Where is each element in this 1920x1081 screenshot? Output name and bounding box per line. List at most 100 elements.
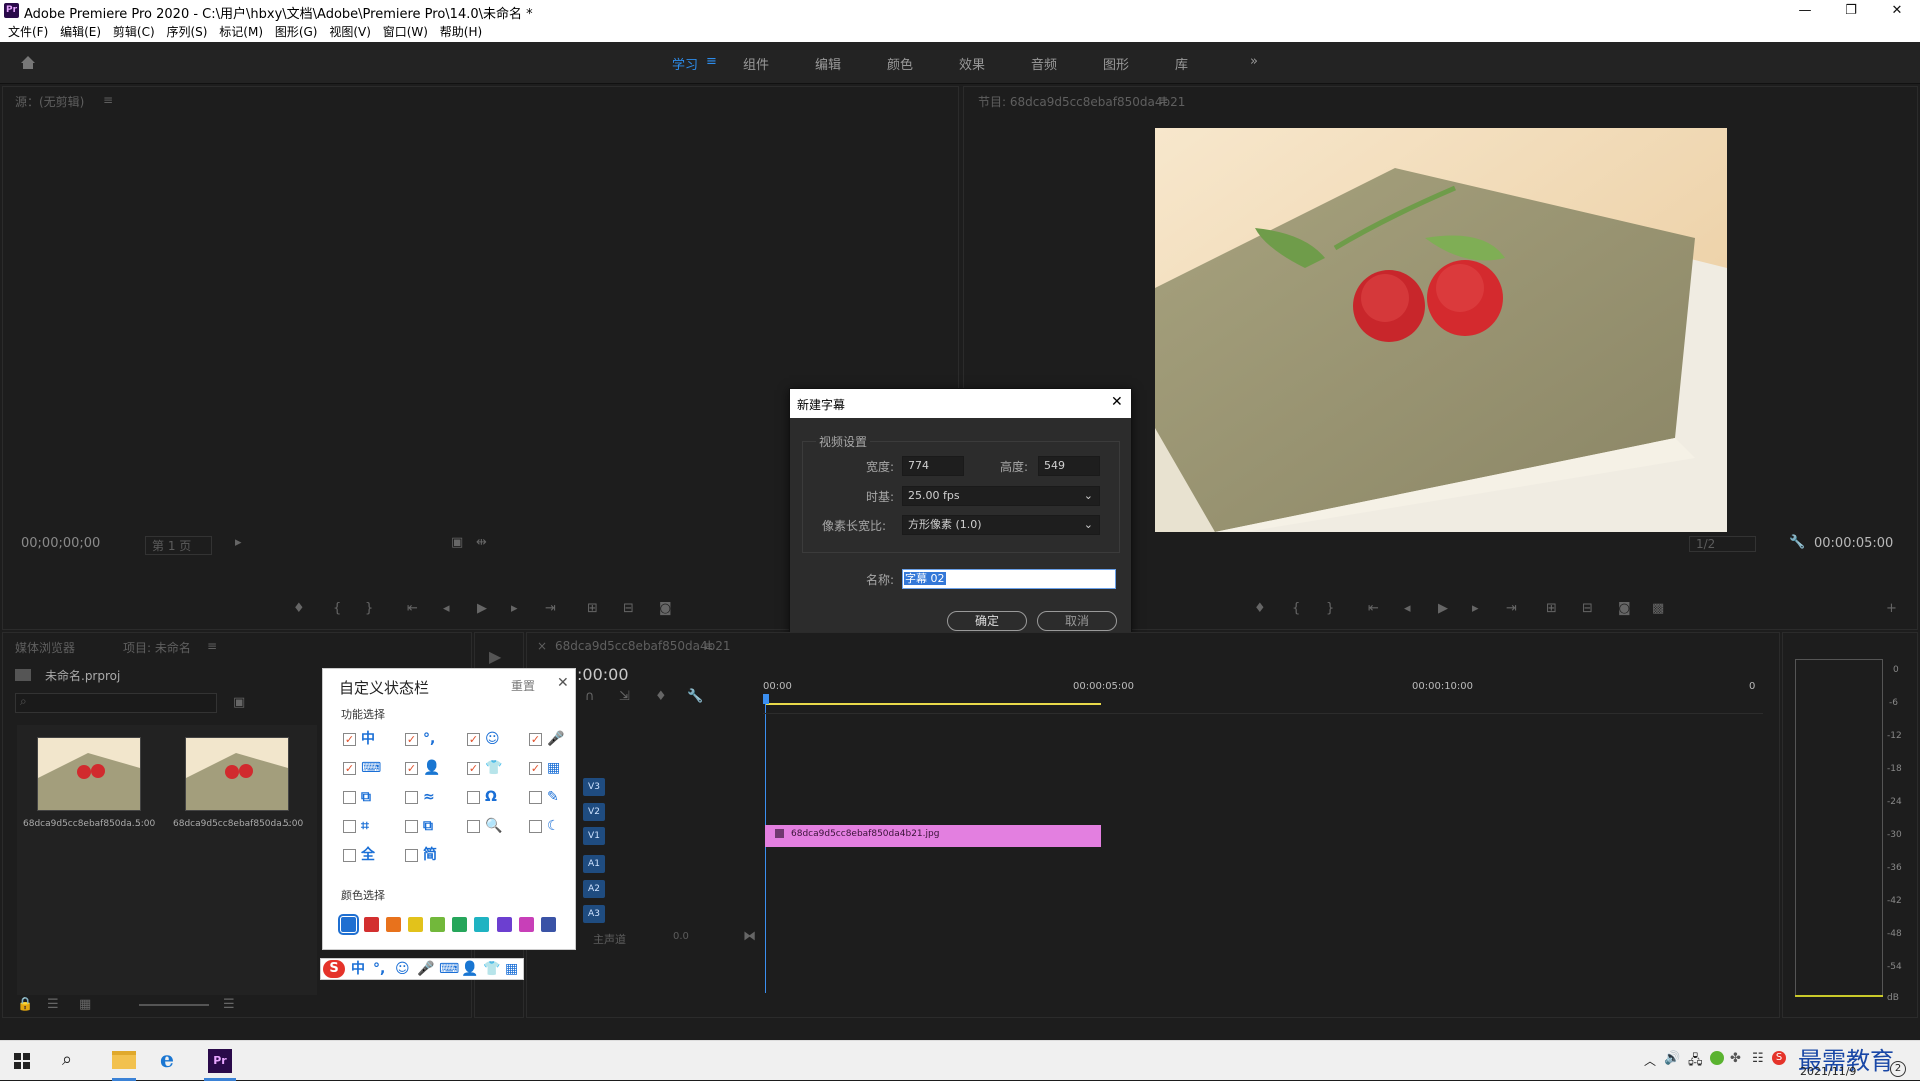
play-icon[interactable]: ▶ [1438, 601, 1448, 616]
go-to-out-icon[interactable]: ⇥ [545, 601, 556, 616]
linked-selection-icon[interactable]: ⇲ [619, 689, 630, 704]
color-swatch-lime[interactable] [430, 917, 445, 932]
track-label-a2[interactable]: A2 [583, 880, 605, 898]
step-back-icon[interactable]: ◂ [1404, 601, 1411, 616]
color-swatch-cyan[interactable] [474, 917, 489, 932]
chinese-mode-icon[interactable]: 中 [351, 962, 365, 976]
menu-graphics[interactable]: 图形(G) [275, 22, 318, 42]
track-label-a1[interactable]: A1 [583, 855, 605, 873]
edge-browser-icon[interactable]: e [160, 1047, 174, 1073]
tab-project[interactable]: 项目: 未命名 [123, 639, 191, 656]
extract-icon[interactable]: ⊟ [1582, 601, 1593, 616]
close-window-button[interactable]: ✕ [1874, 0, 1920, 22]
zoom-fit-icon[interactable]: ⧓ [743, 929, 756, 944]
ok-button[interactable]: 确定 [947, 611, 1027, 631]
step-forward-icon[interactable]: ▸ [1472, 601, 1479, 616]
lock-icon[interactable]: 🔒 [17, 997, 33, 1012]
lift-icon[interactable]: ⊞ [1546, 601, 1557, 616]
workspace-tab-libraries[interactable]: 库 [1175, 54, 1188, 73]
timeline-settings-icon[interactable]: 🔧 [687, 689, 703, 704]
color-swatch-purple[interactable] [497, 917, 512, 932]
sogou-tray-icon[interactable]: S [1772, 1051, 1786, 1065]
ime-close-button[interactable]: ✕ [557, 675, 569, 691]
width-input[interactable]: 774 [902, 456, 964, 476]
source-timecode[interactable]: 00;00;00;00 [21, 536, 100, 551]
premiere-taskbar-icon[interactable]: Pr [208, 1049, 232, 1073]
marker-icon[interactable]: ♦ [293, 601, 305, 616]
mark-out-icon[interactable]: } [365, 601, 373, 616]
zoom-slider[interactable] [139, 1004, 209, 1006]
maximize-button[interactable]: ❐ [1828, 0, 1874, 22]
add-marker-icon[interactable]: ♦ [655, 689, 667, 704]
add-button-icon[interactable]: + [1886, 601, 1897, 616]
function-checkbox-toolbox[interactable]: ✓ [529, 762, 542, 775]
function-checkbox-simplified[interactable] [405, 849, 418, 862]
mark-out-icon[interactable]: } [1326, 601, 1334, 616]
color-swatch-navy[interactable] [541, 917, 556, 932]
tray-app-icon[interactable]: ☷ [1752, 1051, 1764, 1066]
panel-menu-icon[interactable]: ≡ [103, 93, 113, 107]
function-checkbox-screenshot[interactable] [405, 820, 418, 833]
keyboard-icon[interactable]: ⌨ [439, 962, 459, 976]
play-icon[interactable]: ▶ [477, 601, 487, 616]
timeline-close-icon[interactable]: × [537, 639, 547, 653]
workspace-tab-editing[interactable]: 编辑 [815, 54, 841, 73]
workspace-more-button[interactable]: » [1250, 54, 1258, 69]
function-checkbox-user[interactable]: ✓ [405, 762, 418, 775]
panel-menu-icon[interactable]: ≡ [703, 639, 713, 653]
minimize-button[interactable]: — [1782, 0, 1828, 22]
tray-chevron-icon[interactable]: ︿ [1644, 1052, 1656, 1069]
camera-icon[interactable]: ◙ [1618, 601, 1631, 616]
color-swatch-yellow[interactable] [408, 917, 423, 932]
sort-icon[interactable]: ☰ [223, 997, 235, 1012]
project-item-thumbnail[interactable] [185, 737, 289, 811]
microphone-icon[interactable]: 🎤 [417, 962, 434, 976]
volume-icon[interactable]: 🔊 [1664, 1051, 1680, 1066]
workspace-tab-audio[interactable]: 音频 [1031, 54, 1057, 73]
color-swatch-blue[interactable] [338, 914, 359, 935]
workspace-tab-color[interactable]: 颜色 [887, 54, 913, 73]
play-small-icon[interactable]: ▸ [235, 535, 242, 550]
mark-in-icon[interactable]: { [333, 601, 341, 616]
user-icon[interactable]: 👤 [461, 962, 478, 976]
menu-sequence[interactable]: 序列(S) [166, 22, 207, 42]
function-checkbox-punctuation[interactable]: ✓ [405, 733, 418, 746]
workspace-tab-effects[interactable]: 效果 [959, 54, 985, 73]
list-view-icon[interactable]: ☰ [47, 997, 59, 1012]
tray-app-icon[interactable] [1710, 1051, 1724, 1065]
workspace-tab-assembly[interactable]: 组件 [743, 54, 769, 73]
timeline-timecode[interactable]: :00:00 [577, 665, 629, 684]
workspace-tab-learning[interactable]: 学习 [672, 54, 698, 73]
function-checkbox-voice[interactable]: ✓ [529, 733, 542, 746]
panel-menu-icon[interactable]: ≡ [1158, 93, 1168, 107]
ime-reset-button[interactable]: 重置 [511, 677, 535, 694]
emoji-icon[interactable]: ☺ [395, 962, 410, 976]
color-swatch-magenta[interactable] [519, 917, 534, 932]
panel-menu-icon[interactable]: ≡ [207, 639, 217, 653]
name-input[interactable]: 字幕 02 [902, 569, 1116, 589]
function-checkbox-emoji[interactable]: ✓ [467, 733, 480, 746]
overwrite-icon[interactable]: ⊟ [623, 601, 634, 616]
menu-edit[interactable]: 编辑(E) [60, 22, 101, 42]
color-swatch-green[interactable] [452, 917, 467, 932]
mark-in-icon[interactable]: { [1292, 601, 1300, 616]
new-bin-icon[interactable]: ▣ [233, 695, 245, 710]
punctuation-icon[interactable]: °, [373, 962, 385, 976]
windows-start-icon[interactable] [14, 1053, 30, 1069]
project-item-thumbnail[interactable] [37, 737, 141, 811]
function-checkbox-skin[interactable]: ✓ [467, 762, 480, 775]
function-checkbox-headphones[interactable] [467, 791, 480, 804]
menu-markers[interactable]: 标记(M) [219, 22, 263, 42]
marker-icon[interactable]: ♦ [1254, 601, 1266, 616]
menu-file[interactable]: 文件(F) [8, 22, 48, 42]
compare-icon[interactable]: ▩ [1652, 601, 1664, 616]
settings-icon[interactable]: ▣ [451, 535, 463, 550]
zoom-select[interactable]: 1/2 [1689, 536, 1757, 552]
insert-icon[interactable]: ⊞ [587, 601, 598, 616]
function-checkbox-crop[interactable] [343, 820, 356, 833]
tab-media-browser[interactable]: 媒体浏览器 [15, 639, 75, 656]
color-swatch-orange[interactable] [386, 917, 401, 932]
menu-window[interactable]: 窗口(W) [383, 22, 428, 42]
toolbox-icon[interactable]: ▦ [505, 962, 518, 976]
menu-help[interactable]: 帮助(H) [440, 22, 482, 42]
